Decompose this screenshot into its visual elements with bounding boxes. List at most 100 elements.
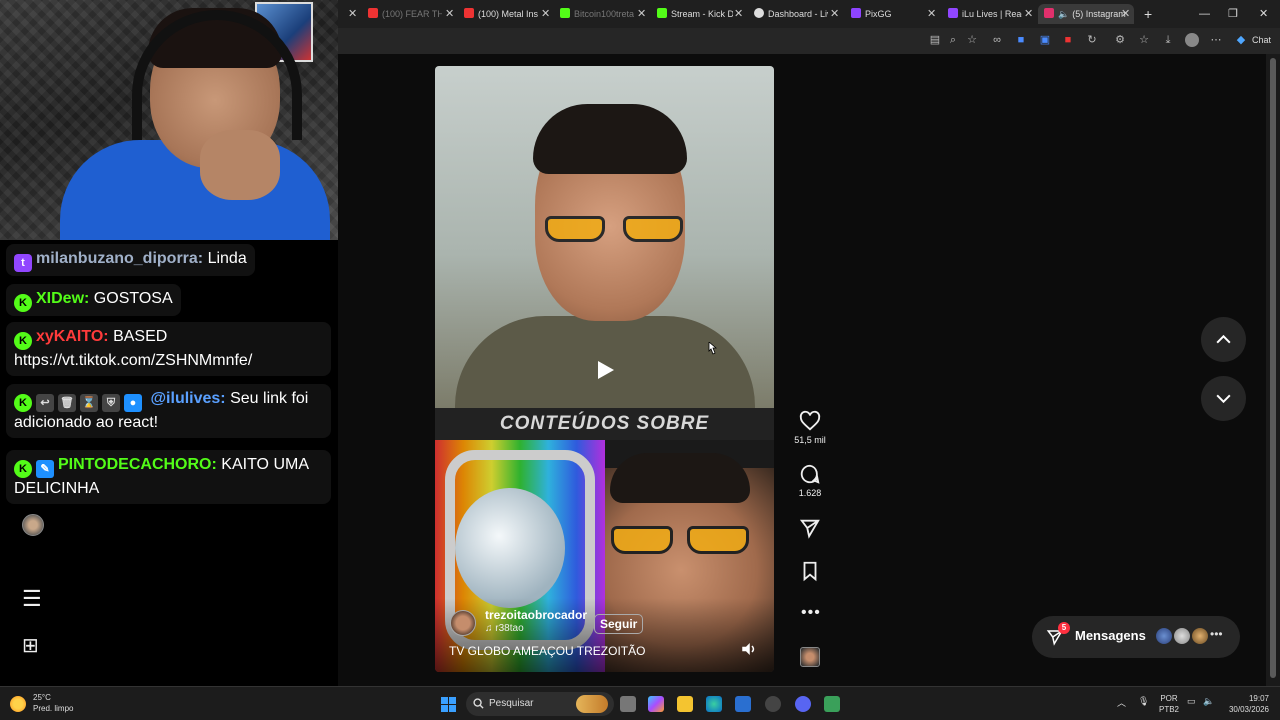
chat-user-avatar[interactable] [22,514,44,536]
more-options-icon[interactable]: ••• [801,604,821,622]
youtube-icon [368,8,378,18]
profile-icon[interactable] [1185,33,1199,47]
tab-label: iLu Lives | React [962,9,1022,19]
like-button[interactable]: 51,5 mil [780,410,840,445]
windows-start-icon[interactable] [441,697,456,712]
input-language[interactable]: POR PTB2 [1157,693,1181,715]
favorite-star-icon[interactable]: ☆ [965,33,979,47]
save-button[interactable] [780,560,840,582]
show-hidden-icons[interactable]: ︿ [1117,696,1126,709]
next-reel-button[interactable] [1201,376,1246,421]
pixgg-icon [851,8,861,18]
apps-grid-icon[interactable]: ⊞ [22,636,39,656]
refresh-extension-icon[interactable]: ↻ [1085,33,1099,47]
office-icon[interactable]: ■ [1061,33,1075,47]
extensions-puzzle-icon[interactable]: ⚙ [1113,33,1127,47]
discord-icon[interactable] [795,696,811,712]
kick-icon: K [14,294,32,312]
instagram-icon [1044,8,1054,18]
collections-icon[interactable]: ☆ [1137,33,1151,47]
close-tab-icon[interactable]: ✕ [1024,4,1033,24]
chat-username: @ilulives: [150,390,226,407]
chat-message: KxyKAITO: BASED https://vt.tiktok.com/ZS… [6,322,331,376]
task-view-icon[interactable] [620,696,636,712]
weather-condition: Pred. limpo [33,704,74,713]
tab-label: Dashboard - Liv [768,9,828,19]
close-window-icon[interactable]: ✕ [1259,4,1268,24]
browser-tab[interactable]: (100) FEAR THE [368,4,442,24]
chat-message: t milanbuzano_diporra: Linda [6,244,255,276]
close-tab-icon[interactable]: ✕ [1121,4,1130,24]
shield-extension-icon[interactable]: ■ [1014,33,1028,47]
file-explorer-icon[interactable] [677,696,693,712]
app-icon[interactable] [765,696,781,712]
more-options-icon[interactable]: ⋯ [1209,33,1223,47]
bookmark-icon [803,561,817,582]
play-icon[interactable] [593,358,617,382]
chat-message: K ✎ PINTODECACHORO: KAITO UMA DELICINHA [6,450,331,504]
system-clock[interactable]: 19:07 30/03/2026 [1225,693,1269,715]
sun-icon [10,696,26,712]
close-tab-icon[interactable]: ✕ [637,4,646,24]
zoom-icon[interactable]: ⌕ [946,33,960,47]
browser-tab[interactable]: PixGG [851,4,925,24]
volume-icon[interactable]: 🔈 [1203,696,1214,707]
comment-button[interactable]: 1.628 [780,463,840,498]
dashboard-icon [754,8,764,18]
reader-view-icon[interactable]: ▤ [928,33,942,47]
reel-caption[interactable]: TV GLOBO AMEAÇOU TREZOITÃO [449,644,645,658]
close-tab-icon[interactable]: ✕ [445,4,454,24]
browser-toolbar: ▤ ⌕ ☆ ∞ ■ ▣ ■ ↻ ⚙ ☆ ⤓ ⋯ ◆ Chat [338,28,1280,54]
close-tab-icon[interactable]: ✕ [348,4,357,24]
copilot-icon[interactable] [648,696,664,712]
browser-tab[interactable]: (100) Metal Instr [464,4,538,24]
photos-icon[interactable] [735,696,751,712]
windows-taskbar: 25°C Pred. limpo Pesquisar ︿ 🎙 POR PTB2 ▭… [0,686,1280,720]
browser-tab[interactable]: Bitcoin100treta [560,4,634,24]
chevron-down-icon [1216,394,1231,404]
network-icon[interactable]: ▭ [1187,696,1196,707]
reel-author-username[interactable]: trezoitaobrocador [485,608,587,622]
reel-author-avatar[interactable] [450,610,476,636]
reel-audio-label[interactable]: ♫ r38tao [485,623,524,634]
tab-label: Stream - Kick Da [671,9,733,19]
like-count: 51,5 mil [794,435,826,445]
audio-thumbnail[interactable] [800,647,820,667]
minimize-icon[interactable]: — [1199,4,1210,24]
browser-tab[interactable]: Dashboard - Liv [754,4,828,24]
chat-text: Linda [207,250,247,267]
hourglass-icon: ⌛ [80,394,98,412]
restore-icon[interactable]: ❐ [1228,4,1238,24]
copilot-chat-button[interactable]: Chat [1252,33,1271,47]
translate-icon[interactable]: ▣ [1038,33,1052,47]
close-tab-icon[interactable]: ✕ [927,4,936,24]
close-tab-icon[interactable]: ✕ [541,4,550,24]
follow-button[interactable]: Seguir [594,614,644,634]
browser-tab[interactable]: iLu Lives | React [948,4,1022,24]
page-scrollbar[interactable] [1266,54,1280,686]
hamburger-menu-icon[interactable]: ☰ [22,588,42,610]
download-icon[interactable]: ⤓ [1161,33,1175,47]
reply-icon: ↩ [36,394,54,412]
close-tab-icon[interactable]: ✕ [830,4,839,24]
reel-video[interactable]: CONTEÚDOS SOBRE trezoitaobrocador ♫ r38t… [435,66,774,672]
comment-count: 1.628 [798,488,822,498]
browser-tab-active[interactable]: 🔈 (5) Instagram [1038,4,1134,24]
taskbar-search[interactable]: Pesquisar [466,692,614,716]
messages-button[interactable]: 5 Mensagens ••• [1032,616,1240,658]
volume-icon[interactable] [740,640,758,658]
search-icon [473,698,484,709]
chat-username: XIDew: [36,290,90,307]
app-icon[interactable] [824,696,840,712]
share-button[interactable] [780,517,840,539]
previous-reel-button[interactable] [1201,317,1246,362]
copilot-icon[interactable]: ◆ [1234,33,1248,47]
close-tab-icon[interactable]: ✕ [734,4,743,24]
new-tab-icon[interactable]: + [1144,4,1152,24]
browser-tab[interactable]: Stream - Kick Da [657,4,733,24]
youtube-icon [464,8,474,18]
edge-icon[interactable] [706,696,722,712]
extension-icon[interactable]: ∞ [990,33,1004,47]
tab-label: Bitcoin100treta [574,9,634,19]
microphone-icon[interactable]: 🎙 [1138,696,1149,707]
